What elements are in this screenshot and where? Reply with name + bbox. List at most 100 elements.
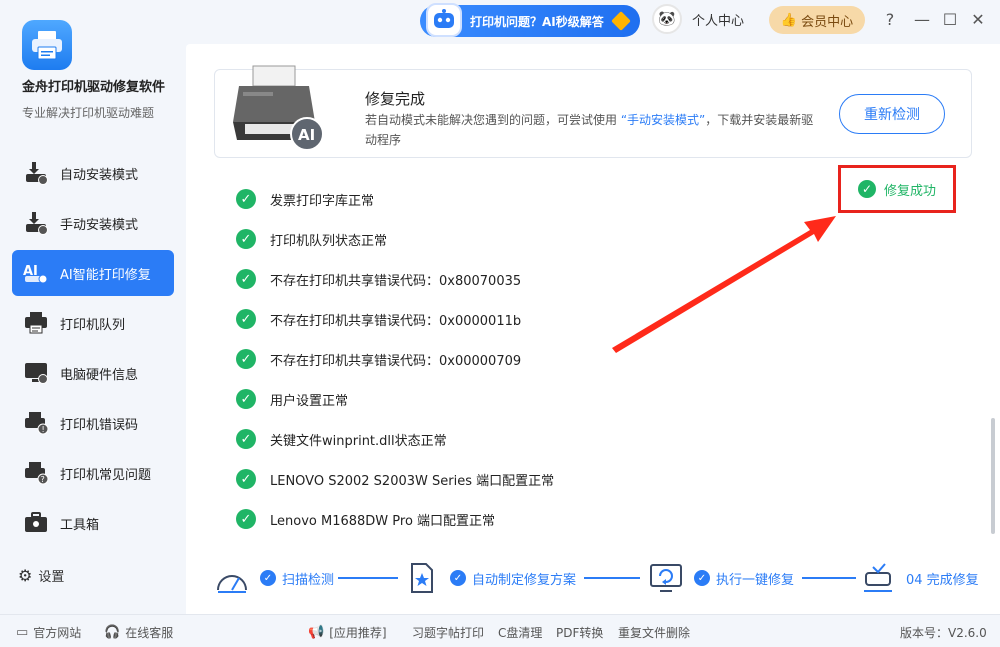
sidebar-item-label: AI智能打印修复	[60, 267, 151, 283]
check-icon: ✓	[236, 429, 256, 449]
result-text: 不存在打印机共享错误代码：0x00000709	[270, 353, 522, 369]
close-icon[interactable]: ✕	[968, 10, 988, 29]
result-text: 打印机队列状态正常	[270, 233, 388, 249]
footer: ▭ 官方网站 🎧 在线客服 📢 [应用推荐] 习题字帖打印 C盘清理 PDF转换…	[0, 614, 1000, 647]
sidebar-item-label: 打印机常见问题	[60, 467, 152, 483]
footer-link-disk-clean[interactable]: C盘清理	[498, 624, 542, 641]
result-text: 不存在打印机共享错误代码：0x0000011b	[270, 313, 522, 329]
service-label: 在线客服	[125, 626, 174, 640]
step-label: 执行一键修复	[716, 572, 795, 588]
toolbox-icon	[22, 509, 50, 537]
check-icon: ✓	[857, 180, 876, 198]
result-text: 用户设置正常	[270, 393, 349, 409]
result-text: 不存在打印机共享错误代码：0x80070035	[270, 273, 522, 289]
success-label: 修复成功	[883, 183, 936, 199]
sidebar-item-label: 工具箱	[60, 517, 100, 533]
online-service-link[interactable]: 🎧 在线客服	[104, 624, 173, 641]
complete-printer-icon	[860, 560, 896, 596]
step-label: 扫描检测	[282, 572, 335, 588]
settings-button[interactable]: ⚙ 设置	[18, 566, 64, 585]
gear-icon: ⚙	[18, 566, 33, 585]
sidebar-item-hardware-info[interactable]: 电脑硬件信息	[12, 350, 174, 396]
app-recommend: 📢 [应用推荐]	[308, 624, 387, 641]
step-connector	[338, 577, 398, 579]
ai-help-button[interactable]: 打印机问题？AI秒级解答	[420, 3, 640, 37]
repair-success-badge: ✓ 修复成功	[838, 165, 956, 213]
app-subtitle: 专业解决打印机驱动难题	[22, 106, 155, 120]
printer-queue-icon	[22, 309, 50, 337]
version-label: 版本号：V2.6.0	[900, 626, 987, 640]
step-plan: ✓ 自动制定修复方案	[404, 560, 576, 596]
step-connector	[584, 577, 640, 579]
error-code-icon: !	[22, 409, 50, 437]
maximize-icon[interactable]: ☐	[940, 10, 960, 29]
step-connector	[802, 577, 856, 579]
website-icon: ▭	[16, 625, 29, 640]
scan-gauge-icon	[214, 560, 250, 596]
manual-mode-link[interactable]: “手动安装模式”	[621, 113, 705, 127]
check-icon: ✓	[450, 570, 466, 586]
check-icon: ✓	[236, 309, 256, 329]
footer-link-pdf-convert[interactable]: PDF转换	[556, 624, 603, 641]
check-icon: ✓	[236, 189, 256, 209]
recommend-label: [应用推荐]	[329, 626, 387, 640]
list-item: ✓ LENOVO S2002 S2003W Series 端口配置正常	[236, 459, 554, 499]
sidebar-item-label: 自动安装模式	[60, 167, 139, 183]
check-icon: ✓	[236, 469, 256, 489]
website-label: 官方网站	[33, 626, 82, 640]
official-website-link[interactable]: ▭ 官方网站	[16, 624, 81, 641]
user-center-label: 个人中心	[692, 13, 745, 29]
repair-complete-banner: AI 修复完成 若自动模式未能解决您遇到的问题，可尝试使用 “手动安装模式”，下…	[214, 65, 972, 158]
download-printer-icon	[22, 159, 50, 187]
step-label: 04 完成修复	[906, 572, 979, 588]
banner-description: 若自动模式未能解决您遇到的问题，可尝试使用 “手动安装模式”，下载并安装最新驱动…	[365, 110, 825, 150]
monitor-icon	[22, 359, 50, 387]
settings-label: 设置	[38, 570, 65, 585]
list-item: ✓ 不存在打印机共享错误代码：0x0000011b	[236, 299, 554, 339]
minimize-icon[interactable]: —	[912, 10, 932, 29]
result-text: 关键文件winprint.dll状态正常	[270, 433, 447, 449]
sidebar-item-faq[interactable]: ? 打印机常见问题	[12, 450, 174, 496]
sidebar-item-label: 打印机错误码	[60, 417, 139, 433]
sidebar-item-auto-install[interactable]: 自动安装模式	[12, 150, 174, 196]
check-icon: ✓	[236, 509, 256, 529]
user-center-button[interactable]: 🐼 个人中心	[652, 4, 744, 34]
step-complete: 04 完成修复	[860, 560, 979, 596]
check-icon: ✓	[236, 349, 256, 369]
list-item: ✓ Lenovo M1688DW Pro 端口配置正常	[236, 499, 554, 539]
sidebar-item-label: 手动安装模式	[60, 217, 139, 233]
list-item: ✓ 不存在打印机共享错误代码：0x00000709	[236, 339, 554, 379]
arrow-icon	[611, 11, 631, 31]
manual-install-icon	[22, 209, 50, 237]
help-icon[interactable]: ?	[880, 10, 900, 29]
check-icon: ✓	[236, 229, 256, 249]
sidebar-item-toolbox[interactable]: 工具箱	[12, 500, 174, 546]
footer-link-copybook[interactable]: 习题字帖打印	[412, 624, 484, 641]
banner-desc-text: 若自动模式未能解决您遇到的问题，可尝试使用	[365, 113, 621, 127]
result-text: 发票打印字库正常	[270, 193, 375, 209]
banner-title: 修复完成	[365, 90, 426, 108]
ai-robot-icon	[426, 3, 462, 37]
headset-icon: 🎧	[104, 625, 121, 640]
vip-center-button[interactable]: 👍 会员中心	[769, 6, 865, 34]
main-panel: AI 修复完成 若自动模式未能解决您遇到的问题，可尝试使用 “手动安装模式”，下…	[186, 44, 1000, 614]
footer-link-duplicate-delete[interactable]: 重复文件删除	[618, 624, 690, 641]
sidebar-item-label: 打印机队列	[60, 317, 126, 333]
sidebar-item-manual-install[interactable]: 手动安装模式	[12, 200, 174, 246]
result-list: ✓ 发票打印字库正常 ✓ 打印机队列状态正常 ✓ 不存在打印机共享错误代码：0x800…	[236, 179, 554, 539]
check-icon: ✓	[260, 570, 276, 586]
ai-repair-icon: AI	[22, 259, 50, 287]
sidebar-item-printer-queue[interactable]: 打印机队列	[12, 300, 174, 346]
sidebar-item-label: 电脑硬件信息	[60, 367, 139, 383]
scrollbar[interactable]	[991, 418, 995, 534]
step-label: 自动制定修复方案	[472, 572, 577, 588]
list-item: ✓ 不存在打印机共享错误代码：0x80070035	[236, 259, 554, 299]
recheck-button[interactable]: 重新检测	[839, 94, 945, 134]
sidebar-item-ai-repair[interactable]: AI AI智能打印修复	[12, 250, 174, 296]
app-logo-icon	[22, 20, 72, 70]
list-item: ✓ 发票打印字库正常	[236, 179, 554, 219]
progress-steps: ✓ 扫描检测 ✓ 自动制定修复方案 ✓ 执行一键修复 04 完成修复	[214, 556, 984, 600]
megaphone-icon: 📢	[308, 625, 325, 640]
sidebar-item-error-code[interactable]: ! 打印机错误码	[12, 400, 174, 446]
panda-avatar-icon: 🐼	[652, 4, 682, 34]
